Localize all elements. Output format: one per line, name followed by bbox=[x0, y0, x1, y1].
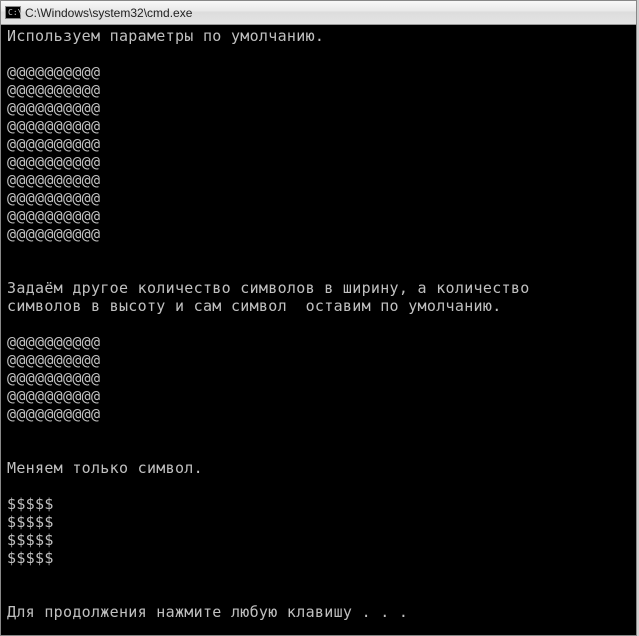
press-any-key-prompt: Для продолжения нажмите любую клавишу . … bbox=[7, 603, 408, 621]
cmd-icon: C:\ bbox=[5, 5, 21, 21]
window-title: C:\Windows\system32\cmd.exe bbox=[25, 6, 192, 20]
titlebar[interactable]: C:\ C:\Windows\system32\cmd.exe bbox=[1, 1, 636, 25]
msg-width-change: Задаём другое количество символов в шири… bbox=[7, 279, 530, 315]
cmd-window: C:\ C:\Windows\system32\cmd.exe Использу… bbox=[0, 0, 637, 636]
msg-defaults: Используем параметры по умолчанию. bbox=[7, 27, 324, 45]
msg-symbol-change: Меняем только символ. bbox=[7, 459, 203, 477]
svg-text:C:\: C:\ bbox=[8, 8, 21, 17]
block-dollar-5x4: $$$$$ $$$$$ $$$$$ $$$$$ bbox=[7, 495, 54, 567]
console-output[interactable]: Используем параметры по умолчанию. @@@@@… bbox=[1, 25, 636, 635]
block-at-10x5: @@@@@@@@@@ @@@@@@@@@@ @@@@@@@@@@ @@@@@@@… bbox=[7, 333, 100, 423]
block-at-10x10: @@@@@@@@@@ @@@@@@@@@@ @@@@@@@@@@ @@@@@@@… bbox=[7, 63, 100, 243]
